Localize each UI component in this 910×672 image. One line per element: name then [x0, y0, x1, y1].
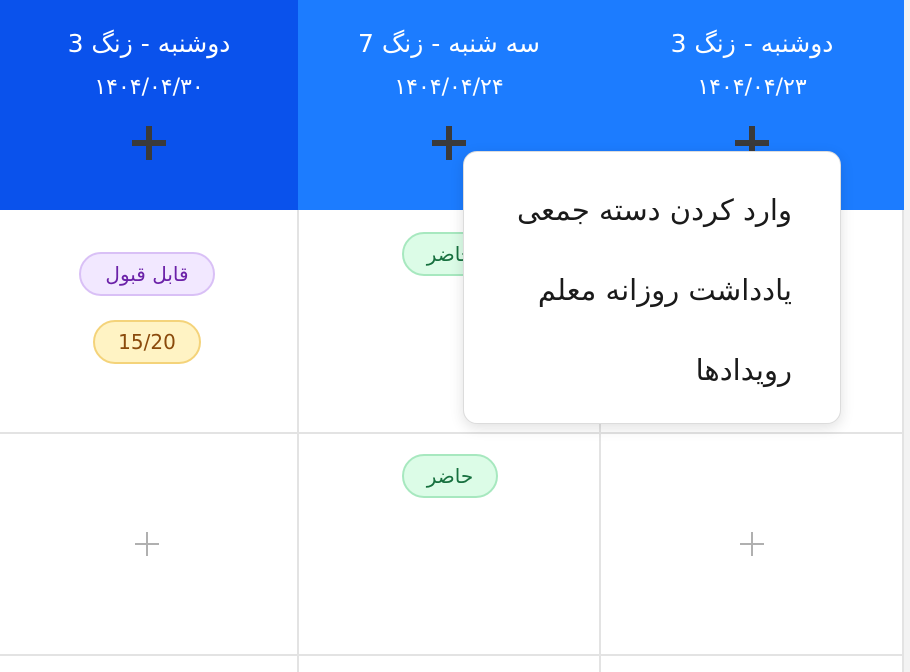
column-date: ۱۴۰۴/۰۴/۲۴: [394, 75, 504, 100]
plus-icon[interactable]: [432, 126, 466, 160]
attendance-badge[interactable]: حاضر: [402, 454, 498, 498]
column-header: دوشنبه - زنگ 3 ۱۴۰۴/۰۴/۳۰: [0, 0, 298, 210]
menu-item-bulk-import[interactable]: وارد کردن دسته جمعی: [488, 170, 792, 250]
grid-cell[interactable]: قابل قبول 15/20: [0, 212, 297, 432]
grade-badge[interactable]: قابل قبول: [79, 252, 215, 296]
grid-cell[interactable]: [601, 434, 902, 654]
column-title: سه شنبه - زنگ 7: [358, 29, 540, 58]
attendance-grid: دوشنبه - زنگ 3 ۱۴۰۴/۰۴/۳۰ سه شنبه - زنگ …: [0, 0, 910, 672]
context-menu: وارد کردن دسته جمعی یادداشت روزانه معلم …: [463, 151, 841, 424]
menu-item-teacher-daily-note[interactable]: یادداشت روزانه معلم: [488, 250, 792, 330]
column-date: ۱۴۰۴/۰۴/۲۳: [697, 75, 807, 100]
scroll-edge: [904, 0, 910, 672]
menu-item-events[interactable]: رویدادها: [488, 330, 792, 410]
column-date: ۱۴۰۴/۰۴/۳۰: [94, 75, 204, 100]
plus-icon[interactable]: [135, 532, 159, 556]
grid-divider: [0, 654, 904, 656]
score-badge[interactable]: 15/20: [93, 320, 201, 364]
column-title: دوشنبه - زنگ 3: [670, 29, 834, 58]
column-title: دوشنبه - زنگ 3: [67, 29, 231, 58]
grid-cell[interactable]: [0, 434, 297, 654]
grid-cell[interactable]: حاضر: [299, 434, 599, 654]
plus-icon[interactable]: [740, 532, 764, 556]
plus-icon[interactable]: [132, 126, 166, 160]
